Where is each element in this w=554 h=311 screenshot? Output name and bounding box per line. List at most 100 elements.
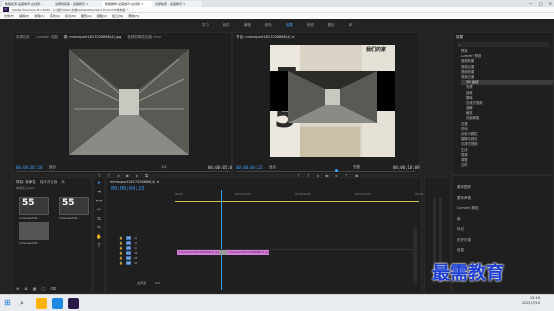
tab-sequence[interactable]: mmexport1627028666(4) ≡ — [110, 180, 159, 184]
side-panel-section[interactable]: 标记 — [457, 224, 479, 235]
timeline-ruler[interactable]: 00;00 00;00;04;00 00;00;08;00 00;00;12;00 00… — [175, 193, 431, 199]
maximize-button[interactable]: □ — [539, 0, 543, 7]
source-timecode[interactable]: 00;00;05;18 — [16, 165, 43, 170]
windows-start-icon[interactable]: ⊞ — [4, 298, 11, 307]
list-view-icon[interactable]: ≣ — [24, 286, 27, 291]
program-monitor-tabs: 节目: mmexport1627028666(4) ≡ — [233, 33, 419, 40]
program-video-frame: 5 5 我们的家 — [270, 45, 395, 157]
close-button[interactable]: ✕ — [549, 0, 552, 7]
track-label[interactable]: V2 — [125, 240, 132, 245]
track-mute-icon[interactable]: M — [134, 261, 137, 265]
watermark-text: 最需教育 — [432, 263, 504, 284]
side-panel-section[interactable]: 库 — [457, 214, 479, 225]
track-lock-icon[interactable]: 🔒 — [119, 256, 123, 260]
browser-icon[interactable] — [52, 298, 63, 309]
program-timecode[interactable]: 00;00;04;23 — [236, 165, 263, 170]
side-panel-section[interactable]: 基本声音 — [457, 193, 479, 204]
track-label[interactable]: A3 — [125, 260, 132, 265]
timeline-timecode[interactable]: 00;00;04;23 — [111, 186, 144, 192]
track-mute-icon[interactable]: M — [134, 256, 137, 260]
ruler-tick-label: 00;00 — [175, 193, 183, 196]
new-item-icon[interactable]: ▢ — [42, 286, 46, 291]
effects-search-input[interactable]: ⌕ — [457, 42, 549, 47]
track-label[interactable]: V3 — [125, 235, 132, 240]
premiere-taskbar-icon[interactable] — [68, 298, 79, 309]
workspace-editing[interactable]: 编辑 — [244, 19, 251, 32]
project-item-name[interactable]: mmexport16... — [19, 216, 40, 220]
tab-library[interactable]: 库 — [61, 180, 65, 184]
transition-marker[interactable] — [219, 250, 227, 255]
search-icon[interactable]: ⌕ — [20, 299, 24, 308]
ripple-edit-icon[interactable]: ⟷ — [96, 199, 102, 204]
program-resolution-dropdown[interactable]: 完整 — [353, 165, 360, 170]
trash-icon[interactable]: ⌫ — [50, 286, 56, 291]
track-select-icon[interactable]: ⇥ — [97, 190, 101, 195]
track-visibility-icon[interactable]: ◎ — [134, 241, 137, 245]
tab-lumetri-scopes[interactable]: Lumetri 范围 — [36, 35, 58, 39]
track-mute-icon[interactable]: M — [134, 251, 137, 255]
effects-tree: 预设 Lumetri 预设 音频效果 音频过渡 视频效果 视频过渡 3D 运动 内滑 划像 擦除沉… — [461, 49, 553, 168]
workspace-assembly[interactable]: 组件 — [223, 19, 230, 32]
tab-effects[interactable]: 效果 — [456, 35, 463, 39]
project-file-label: 未命名.prproj — [16, 186, 35, 190]
track-lock-icon[interactable]: 🔒 — [119, 261, 123, 265]
project-item-thumbnail[interactable]: 55 — [59, 197, 89, 215]
track-lock-icon[interactable]: 🔒 — [119, 251, 123, 255]
effects-panel: 效果 ⌕ 预设 Lumetri 预设 音频效果 音频过渡 视频效果 视频过渡 3D 运动 内滑… — [452, 32, 554, 175]
track-lock-icon[interactable]: 🔒 — [119, 236, 123, 240]
effects-tree-item[interactable]: 过时 — [461, 163, 553, 168]
selection-tool-icon[interactable]: ➤ — [97, 181, 101, 186]
program-playhead[interactable] — [335, 169, 338, 172]
minimize-button[interactable]: — — [529, 0, 533, 7]
project-item-name[interactable]: mmexport16... — [19, 241, 40, 245]
program-fit-dropdown[interactable]: 适合 — [269, 165, 276, 170]
track-lock-icon[interactable]: 🔒 — [119, 246, 123, 250]
side-panel-section[interactable]: Lumetri 颜色 — [457, 203, 479, 214]
track-label[interactable]: A1 — [125, 250, 132, 255]
program-scrub-bar[interactable] — [236, 171, 416, 172]
tab-effect-controls[interactable]: 效果控件 — [16, 35, 30, 39]
side-panel-section[interactable]: 基本图形 — [457, 182, 479, 193]
master-track-value[interactable]: 0.0 — [155, 281, 160, 285]
workspace-color[interactable]: 颜色 — [265, 19, 272, 32]
side-panel-section[interactable]: 历史记录 — [457, 235, 479, 246]
timeline-clip[interactable]: mmexport1627028666(4).jpg — [177, 250, 219, 255]
tab-audio-mixer[interactable]: 音频剪辑混合器: mm — [127, 35, 161, 39]
side-panel-section[interactable]: 信息 — [457, 245, 479, 256]
project-item-name[interactable]: mmexport16... — [59, 216, 80, 220]
icon-view-icon[interactable]: ▦ — [33, 286, 37, 291]
source-resolution-dropdown[interactable]: 1/2 — [161, 165, 167, 169]
pen-tool-icon[interactable]: ✎ — [97, 226, 101, 231]
track-visibility-icon[interactable]: ◎ — [134, 246, 137, 250]
source-fit-dropdown[interactable]: 适合 — [49, 165, 56, 170]
slip-tool-icon[interactable]: ⇆ — [97, 217, 101, 222]
workspace-learn[interactable]: 学习 — [202, 19, 209, 32]
track-visibility-icon[interactable]: ◎ — [134, 236, 137, 240]
tab-program[interactable]: 节目: mmexport1627028666(4) ≡ — [236, 35, 295, 39]
file-explorer-icon[interactable] — [36, 298, 47, 309]
lock-icon[interactable]: ⊕ — [16, 286, 19, 291]
tab-source[interactable]: 源: mmexport1627028666(4).jpg — [64, 35, 122, 39]
workspace-effects[interactable]: 效果 — [286, 19, 293, 32]
source-scrub-bar[interactable] — [16, 171, 230, 172]
type-tool-icon[interactable]: T — [98, 244, 101, 249]
project-item-thumbnail[interactable]: 55 — [19, 197, 49, 215]
timeline-playhead[interactable] — [221, 190, 222, 290]
timeline-scrollbar[interactable] — [413, 228, 417, 283]
thumb-55-text: 55 — [22, 198, 35, 208]
clock[interactable]: 15:16 2021/7/24 — [522, 296, 540, 306]
work-area-bar[interactable] — [175, 201, 419, 202]
track-label[interactable]: A2 — [125, 255, 132, 260]
timeline-clip[interactable]: mmexport1627028666(4).jpg — [227, 250, 269, 255]
program-monitor: 节目: mmexport1627028666(4) ≡ 5 5 我们的家 — [232, 32, 420, 178]
razor-tool-icon[interactable]: ✂ — [97, 208, 101, 213]
tab-project[interactable]: 项目: 未命名 — [16, 180, 36, 184]
hand-tool-icon[interactable]: ✋ — [96, 235, 102, 240]
tab-media-browser[interactable]: 媒体浏览器 — [40, 180, 58, 184]
project-item-thumbnail[interactable] — [19, 222, 49, 240]
track-label[interactable]: V1 — [125, 245, 132, 250]
workspace-graphics[interactable]: 图形 — [328, 19, 335, 32]
workspace-audio[interactable]: 音频 — [307, 19, 314, 32]
workspace-libraries[interactable]: 库 — [349, 19, 353, 32]
track-lock-icon[interactable]: 🔒 — [119, 241, 123, 245]
